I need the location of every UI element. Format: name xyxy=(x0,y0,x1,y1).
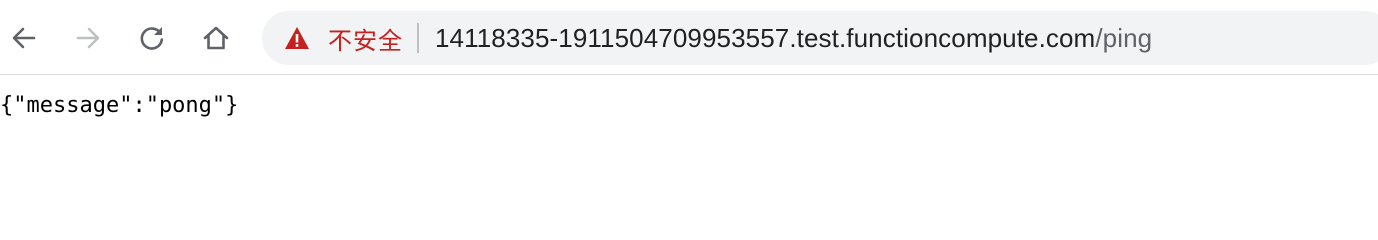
forward-button[interactable] xyxy=(68,18,108,58)
security-indicator[interactable]: 不安全 xyxy=(262,11,403,65)
home-button[interactable] xyxy=(196,18,236,58)
url-host: 14118335-1911504709953557.test.functionc… xyxy=(435,22,1096,53)
json-response: {"message":"pong"} xyxy=(0,93,239,118)
arrow-right-icon xyxy=(76,27,100,49)
omnibox-divider xyxy=(417,23,419,53)
url-text[interactable]: 14118335-1911504709953557.test.functionc… xyxy=(435,23,1152,54)
page-content: {"message":"pong"} xyxy=(0,75,1378,208)
reload-icon xyxy=(140,27,164,50)
home-icon xyxy=(203,26,229,50)
address-bar[interactable]: 不安全 14118335-1911504709953557.test.funct… xyxy=(262,11,1378,65)
url-path: /ping xyxy=(1095,22,1153,53)
security-label: 不安全 xyxy=(328,26,403,55)
arrow-left-icon xyxy=(12,27,36,49)
back-button[interactable] xyxy=(4,18,44,58)
warning-triangle-icon xyxy=(284,26,310,50)
browser-toolbar: 不安全 14118335-1911504709953557.test.funct… xyxy=(0,0,1378,75)
reload-button[interactable] xyxy=(132,18,172,58)
